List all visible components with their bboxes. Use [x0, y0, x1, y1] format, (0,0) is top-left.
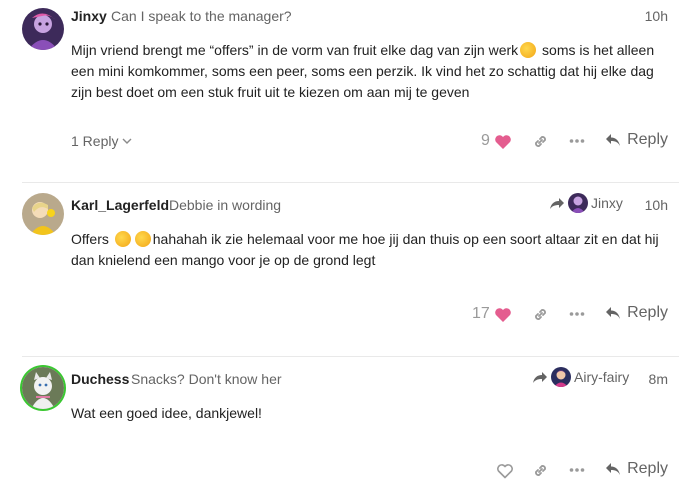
reply-to[interactable]: Jinxy [549, 193, 623, 213]
link-icon[interactable] [532, 306, 549, 323]
chevron-down-icon [122, 138, 132, 144]
link-icon[interactable] [532, 462, 549, 479]
reply-arrow-icon [606, 307, 621, 319]
reply-label: Reply [627, 131, 668, 148]
post-2: Karl_Lagerfeld Debbie in wording Jinxy 1… [0, 183, 690, 355]
post-controls: 17 Reply [0, 303, 690, 327]
heart-icon[interactable] [494, 134, 512, 150]
avatar-image [22, 193, 64, 235]
like-count[interactable]: 17 [472, 305, 490, 323]
more-icon[interactable] [569, 138, 585, 144]
post-3: Duchess Snacks? Don't know her Airy-fair… [0, 357, 690, 498]
reply-to-arrow-icon [550, 197, 564, 209]
replies-toggle[interactable]: 1 Reply [71, 133, 132, 149]
post-body: Wat een goed idee, dankjewel! [71, 403, 667, 424]
like-count[interactable]: 9 [481, 132, 490, 150]
avatar-karl-lagerfeld[interactable] [22, 193, 64, 235]
laughing-tears-icon [114, 231, 131, 247]
post-body-text-cont: hahahah ik zie helemaal voor me hoe jij … [71, 231, 659, 268]
post-username[interactable]: Jinxy [71, 8, 107, 24]
avatar-image [22, 8, 64, 50]
post-body-text: Offers [71, 231, 113, 247]
reply-to-avatar [568, 193, 588, 213]
more-icon[interactable] [569, 311, 585, 317]
reply-to-username: Airy-fairy [574, 369, 630, 385]
smiling-face-hearts-icon [520, 42, 537, 58]
post-body-text: Mijn vriend brengt me “offers” in de vor… [71, 42, 519, 58]
reply-to-username: Jinxy [591, 195, 623, 211]
reply-to-avatar [551, 367, 571, 387]
post-time[interactable]: 8m [649, 371, 668, 387]
reply-arrow-icon [606, 134, 621, 146]
post-body-text: Wat een goed idee, dankjewel! [71, 405, 262, 421]
replies-count: 1 Reply [71, 133, 119, 149]
post-user-title: Can I speak to the manager? [111, 8, 292, 24]
reply-button[interactable]: Reply [605, 131, 668, 149]
avatar-jinxy[interactable] [22, 8, 64, 50]
post-time[interactable]: 10h [645, 8, 668, 24]
reply-arrow-icon [606, 463, 621, 475]
post-username[interactable]: Karl_Lagerfeld [71, 197, 169, 213]
reply-label: Reply [627, 304, 668, 321]
post-body: Mijn vriend brengt me “offers” in de vor… [71, 40, 667, 103]
post-time[interactable]: 10h [645, 197, 668, 213]
heart-icon[interactable] [494, 307, 512, 323]
post-controls: Reply [0, 459, 690, 483]
reply-to-arrow-icon [533, 371, 547, 383]
post-user-title: Snacks? Don't know her [131, 371, 282, 387]
reply-to[interactable]: Airy-fairy [532, 367, 629, 387]
post-user-title: Debbie in wording [169, 197, 282, 213]
avatar-duchess[interactable] [22, 367, 64, 409]
post-username[interactable]: Duchess [71, 371, 129, 387]
more-icon[interactable] [569, 467, 585, 473]
link-icon[interactable] [532, 133, 549, 150]
reply-button[interactable]: Reply [605, 460, 668, 478]
post-controls: 1 Reply 9 Reply [0, 130, 690, 154]
laughing-tears-icon [134, 231, 151, 247]
post-body: Offers hahahah ik zie helemaal voor me h… [71, 229, 667, 271]
reply-button[interactable]: Reply [605, 304, 668, 322]
reply-label: Reply [627, 460, 668, 477]
heart-outline-icon[interactable] [496, 463, 514, 479]
avatar-image [22, 367, 64, 409]
post-1: Jinxy Can I speak to the manager? 10h Mi… [0, 0, 690, 182]
